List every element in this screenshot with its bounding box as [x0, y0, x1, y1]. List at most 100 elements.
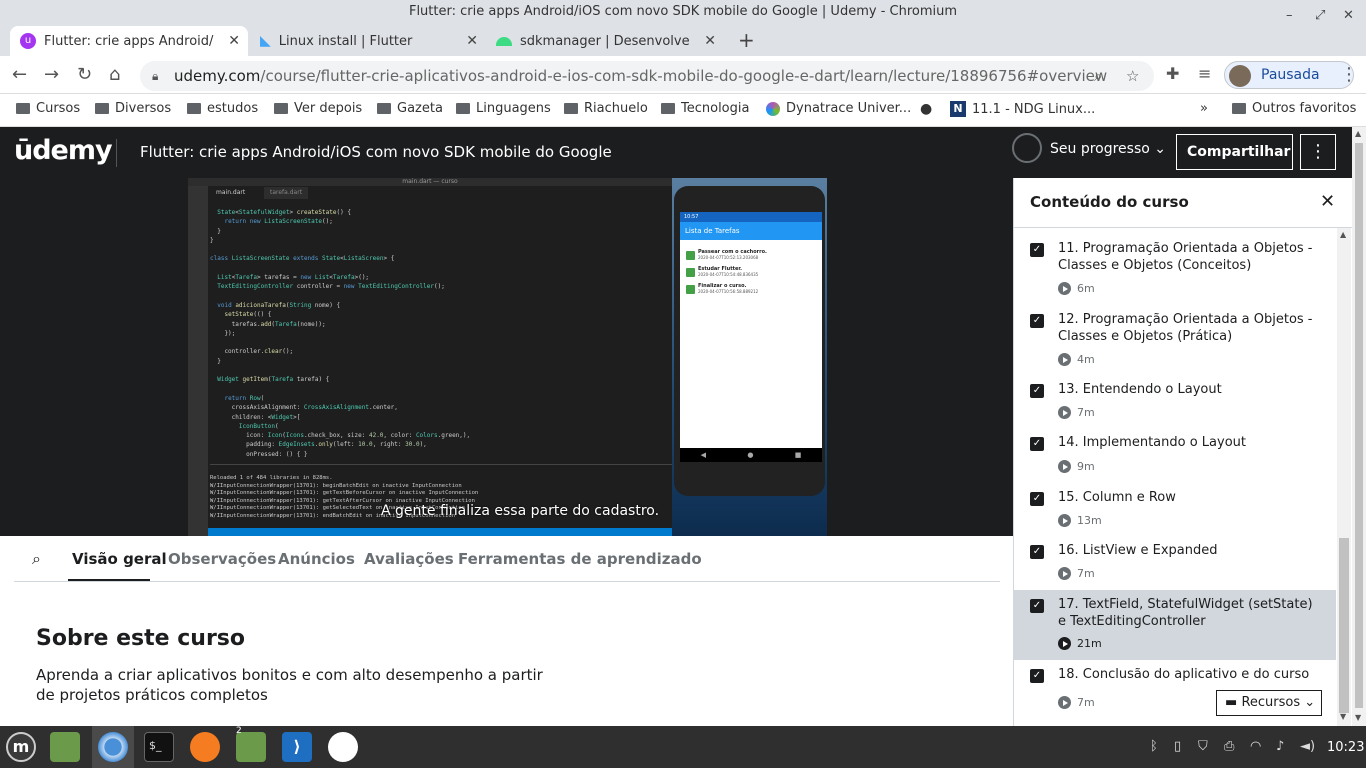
- page-scrollbar[interactable]: ▲ ▼: [1352, 127, 1366, 726]
- todo-item: Passear com o cachorro. 2020-04-07T10:52:…: [680, 249, 822, 265]
- profile-button[interactable]: Pausada: [1224, 61, 1354, 89]
- close-icon[interactable]: ✕: [1320, 191, 1335, 212]
- forward-icon[interactable]: →: [44, 64, 59, 85]
- tab-avaliacoes[interactable]: Avaliações: [364, 550, 454, 568]
- close-tab-icon[interactable]: ✕: [228, 33, 240, 49]
- course-content-sidebar: Conteúdo do curso ✕ ✓ 11. Programação Or…: [1013, 178, 1352, 726]
- chromium-icon[interactable]: [98, 732, 128, 762]
- udemy-header: ūdemy Flutter: crie apps Android/iOS com…: [0, 127, 1352, 194]
- checkbox-checked-icon[interactable]: ✓: [1030, 437, 1044, 451]
- more-options-button[interactable]: ⋮: [1300, 134, 1336, 170]
- scrollbar-thumb[interactable]: [1355, 143, 1363, 708]
- share-button[interactable]: Compartilhar ➦: [1176, 134, 1293, 194]
- sidebar-scrollbar[interactable]: ▲ ▼: [1337, 228, 1351, 726]
- lecture-item-current[interactable]: ✓ 17. TextField, StatefulWidget (setStat…: [1014, 590, 1336, 660]
- shield-icon[interactable]: ⛉: [1198, 739, 1208, 754]
- bookmark-folder-other[interactable]: Outros favoritos: [1232, 101, 1356, 116]
- bookmark-folder[interactable]: Tecnologia: [661, 101, 749, 116]
- scroll-down-icon[interactable]: ▼: [1355, 713, 1361, 722]
- tab-observacoes[interactable]: Observações: [168, 550, 276, 568]
- clock[interactable]: 10:23: [1327, 740, 1364, 755]
- lecture-item[interactable]: ✓ 12. Programação Orientada a Objetos - …: [1014, 308, 1336, 374]
- media-control-icon[interactable]: ≡: [1198, 64, 1211, 83]
- tab-ferramentas[interactable]: Ferramentas de aprendizado: [458, 550, 702, 568]
- checkbox-checked-icon[interactable]: ✓: [1030, 492, 1044, 506]
- resources-button[interactable]: ▬ Recursos ⌄: [1216, 690, 1322, 716]
- more-bookmarks-icon[interactable]: »: [1200, 101, 1208, 116]
- reload-icon[interactable]: ↻: [77, 64, 92, 85]
- checkbox-checked-icon[interactable]: ✓: [1030, 314, 1044, 328]
- checkbox-checked-icon[interactable]: ✓: [1030, 545, 1044, 559]
- bookmark-ndg[interactable]: N 11.1 - NDG Linux...: [950, 101, 1095, 117]
- scroll-up-icon[interactable]: ▲: [1340, 230, 1346, 239]
- files-icon[interactable]: [50, 732, 80, 762]
- vscode-icon[interactable]: ⟩: [282, 732, 312, 762]
- bookmark-globe[interactable]: ●: [920, 101, 932, 117]
- bookmark-folder[interactable]: Diversos: [95, 101, 171, 116]
- play-icon: [1058, 514, 1071, 527]
- home-icon[interactable]: ⌂: [109, 64, 120, 85]
- bookmark-folder[interactable]: Riachuelo: [564, 101, 648, 116]
- android-studio-icon[interactable]: [328, 732, 358, 762]
- checkbox-checked-icon[interactable]: ✓: [1030, 599, 1044, 613]
- bookmark-folder[interactable]: estudos: [187, 101, 258, 116]
- progress-ring-icon[interactable]: [1012, 133, 1042, 163]
- tab-udemy[interactable]: u Flutter: crie apps Android/iOS ✕: [10, 26, 248, 56]
- folder-icon: [564, 103, 578, 114]
- home-circle-icon: ●: [747, 451, 754, 459]
- new-tab-icon[interactable]: +: [738, 28, 755, 52]
- volume-icon[interactable]: ◄): [1300, 739, 1315, 754]
- todo-item: Finalizar o curso. 2020-04-07T10:56:58.88…: [680, 283, 822, 299]
- wifi-icon[interactable]: ◠: [1250, 739, 1261, 754]
- lecture-item[interactable]: ✓ 16. ListView e Expanded 7m: [1014, 540, 1336, 590]
- todo-item: Estudar Flutter. 2020-04-07T10:54:48.8364…: [680, 266, 822, 282]
- address-bar[interactable]: 🔒︎ udemy.com/course/flutter-crie-aplicat…: [140, 61, 1154, 91]
- ide-activity-bar: [188, 186, 208, 536]
- mint-menu-icon[interactable]: m: [6, 732, 36, 762]
- zoom-icon[interactable]: ⌕: [1094, 61, 1102, 91]
- close-window-icon[interactable]: ✕: [1343, 4, 1354, 28]
- close-tab-icon[interactable]: ✕: [466, 33, 478, 49]
- scroll-up-icon[interactable]: ▲: [1355, 129, 1361, 138]
- tab-visao-geral[interactable]: Visão geral: [72, 550, 167, 568]
- bookmark-folder[interactable]: Ver depois: [274, 101, 362, 116]
- firefox-icon[interactable]: [190, 732, 220, 762]
- udemy-logo[interactable]: ūdemy: [14, 135, 113, 166]
- bluetooth-icon[interactable]: ᛒ: [1150, 739, 1158, 754]
- terminal-icon[interactable]: $_: [144, 732, 174, 762]
- bookmark-dynatrace[interactable]: Dynatrace Univer...: [766, 101, 911, 116]
- checkbox-checked-icon[interactable]: ✓: [1030, 384, 1044, 398]
- tab-flutter[interactable]: ◣ Linux install | Flutter ✕: [250, 26, 486, 56]
- clipboard-icon[interactable]: ▯: [1174, 739, 1181, 754]
- checkbox-checked-icon[interactable]: ✓: [1030, 243, 1044, 257]
- lecture-item[interactable]: ✓ 13. Entendendo o Layout 7m: [1014, 378, 1336, 428]
- tab-anuncios[interactable]: Anúncios: [278, 550, 355, 568]
- scroll-down-icon[interactable]: ▼: [1340, 712, 1346, 721]
- video-emulator-frame: 10:57 Lista de Tarefas Passear com o cac…: [672, 178, 827, 536]
- bookmark-folder[interactable]: Gazeta: [377, 101, 443, 116]
- bookmark-folder[interactable]: Cursos: [16, 101, 80, 116]
- minimize-icon[interactable]: –: [1286, 4, 1293, 28]
- tab-sdkmanager[interactable]: sdkmanager | Desenvolvedor ✕: [486, 26, 724, 56]
- lecture-item[interactable]: ✓ 14. Implementando o Layout 9m: [1014, 432, 1336, 482]
- bookmark-star-icon[interactable]: ☆: [1126, 61, 1139, 91]
- browser-toolbar: ← → ↻ ⌂ 🔒︎ udemy.com/course/flutter-crie…: [0, 56, 1366, 94]
- folder-open-icon: ▬: [1225, 695, 1238, 710]
- extensions-icon[interactable]: ✚: [1166, 64, 1179, 83]
- checkbox-checked-icon[interactable]: ✓: [1030, 669, 1044, 683]
- printer-icon[interactable]: ⎙: [1224, 739, 1234, 754]
- files-icon[interactable]: 2: [236, 726, 266, 762]
- ide-statusbar: [208, 528, 672, 536]
- ide-tab: tarefa.dart: [264, 187, 309, 199]
- progress-dropdown[interactable]: Seu progresso ⌄: [1050, 141, 1166, 157]
- lecture-item[interactable]: ✓ 15. Column e Row 13m: [1014, 486, 1336, 536]
- bookmark-folder[interactable]: Linguagens: [456, 101, 551, 116]
- scrollbar-thumb[interactable]: [1339, 538, 1349, 713]
- back-icon[interactable]: ←: [12, 64, 27, 85]
- restore-icon[interactable]: ⤢: [1315, 4, 1325, 28]
- music-note-icon[interactable]: ♪: [1276, 739, 1284, 754]
- lecture-item[interactable]: ✓ 11. Programação Orientada a Objetos - …: [1014, 236, 1336, 302]
- search-icon[interactable]: ⌕: [32, 549, 41, 569]
- menu-icon[interactable]: ⋮: [1340, 64, 1358, 85]
- close-tab-icon[interactable]: ✕: [704, 33, 716, 49]
